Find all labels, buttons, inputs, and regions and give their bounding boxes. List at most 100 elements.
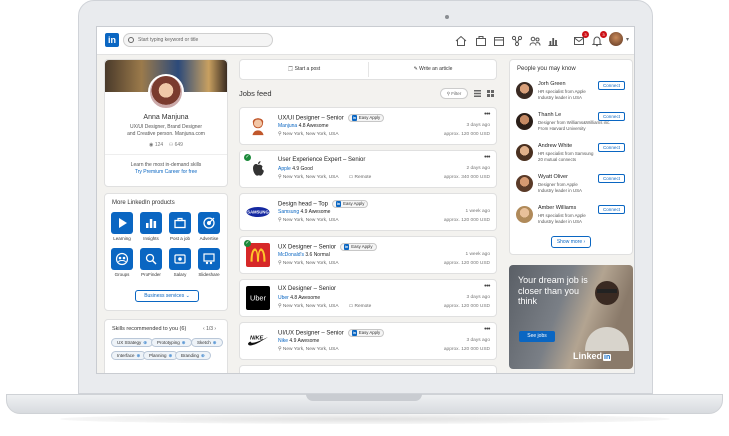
job-card[interactable] xyxy=(239,365,497,373)
connect-button[interactable]: Connect xyxy=(598,81,625,90)
person-name[interactable]: Amber Williams xyxy=(538,205,576,211)
analytics-icon[interactable] xyxy=(547,34,559,46)
avatar[interactable] xyxy=(516,175,533,192)
person-name[interactable]: Jorh Green xyxy=(538,81,566,87)
product-learning[interactable]: Learning xyxy=(110,212,134,241)
skill-chip[interactable]: UX Strategy ⊕ xyxy=(111,338,154,347)
person-name[interactable]: Andrew White xyxy=(538,143,572,149)
more-options-icon[interactable]: ••• xyxy=(484,283,490,290)
list-view-icon[interactable] xyxy=(474,90,481,97)
job-company[interactable]: Uber 4.8 Awesome xyxy=(278,295,320,301)
skill-chip[interactable]: Planning ⊕ xyxy=(143,351,179,360)
home-icon[interactable] xyxy=(455,34,467,46)
job-card[interactable]: SAMSUNG Design head – Top in Easy Apply Sa… xyxy=(239,193,497,231)
filter-button[interactable]: ⚲ Filter xyxy=(440,88,468,99)
job-title[interactable]: Design head – Top in Easy Apply xyxy=(278,200,369,208)
product-advertise[interactable]: Advertise xyxy=(197,212,221,241)
groups-nav-icon[interactable] xyxy=(529,34,541,46)
product-salary[interactable]: Salary xyxy=(168,248,192,277)
skill-chip[interactable]: Interface ⊕ xyxy=(111,351,147,360)
ad-linkedin-logo: Linked in xyxy=(573,351,612,361)
product-profinder[interactable]: ProFinder xyxy=(139,248,163,277)
skill-chip[interactable]: Branding ⊕ xyxy=(175,351,211,360)
premium-cta-link[interactable]: Try Premium Career for free xyxy=(105,169,227,176)
product-insights[interactable]: Insights xyxy=(139,212,163,241)
job-card[interactable]: ✓ UX Designer – Senior in Easy Apply McDon… xyxy=(239,236,497,274)
business-services-button[interactable]: Business services ⌄ xyxy=(135,290,199,302)
product-groups[interactable]: Groups xyxy=(110,248,134,277)
connect-button[interactable]: Connect xyxy=(598,174,625,183)
more-options-icon[interactable]: ••• xyxy=(484,154,490,161)
profile-views[interactable]: 124 xyxy=(155,142,163,148)
job-card[interactable]: NIKE UI/UX Designer – Senior in Easy Apply… xyxy=(239,322,497,360)
job-posted: 3 days ago xyxy=(466,123,490,128)
linkedin-screen: in Start typing keyword or title 3 3 ▾ A… xyxy=(96,26,635,374)
avatar[interactable] xyxy=(516,113,533,130)
skill-chip[interactable]: Prototyping ⊕ xyxy=(151,338,192,347)
person-info: Designer from Williams&Williams inc. From… xyxy=(538,120,610,131)
see-jobs-button[interactable]: See jobs xyxy=(519,331,555,342)
chevron-right-icon: › xyxy=(583,239,586,245)
job-card[interactable]: Uber UX Designer – Senior Uber 4.8 Aweso… xyxy=(239,279,497,317)
job-company[interactable]: McDonald's 3.6 Normal xyxy=(278,252,330,258)
person-item[interactable]: Andrew White HR specialist from Samsung 2… xyxy=(516,142,630,168)
job-company[interactable]: Manjuna 4.8 Awesome xyxy=(278,123,329,129)
job-location: ⚲ New York, New York, USA xyxy=(278,347,339,352)
person-name[interactable]: Wyatt Oliver xyxy=(538,174,568,180)
connect-button[interactable]: Connect xyxy=(598,205,625,214)
job-company[interactable]: Nike 4.9 Awesome xyxy=(278,338,319,344)
job-title[interactable]: User Experience Expert – Senior xyxy=(278,157,365,163)
skill-label: Planning xyxy=(149,353,167,358)
profile-connections[interactable]: 649 xyxy=(175,142,183,148)
job-company[interactable]: Samsung 4.9 Awesome xyxy=(278,209,330,215)
job-title-text: UX Designer – Senior xyxy=(278,286,337,292)
avatar[interactable] xyxy=(516,144,533,161)
calendar-icon[interactable] xyxy=(493,34,505,46)
add-icon: ⊕ xyxy=(212,340,217,345)
job-title[interactable]: UX Designer – Senior xyxy=(278,286,336,292)
product-post-job[interactable]: Post a job xyxy=(168,212,192,241)
job-title-text: User Experience Expert – Senior xyxy=(278,157,366,163)
person-item[interactable]: Thanh Le Designer from Williams&Williams… xyxy=(516,111,630,137)
chevron-down-icon[interactable]: ▾ xyxy=(626,36,629,43)
job-title[interactable]: UX Designer – Senior in Easy Apply xyxy=(278,243,377,251)
show-more-button[interactable]: Show more › xyxy=(551,236,591,248)
more-options-icon[interactable]: ••• xyxy=(484,326,490,333)
avatar[interactable] xyxy=(516,82,533,99)
easy-apply-label: Easy Apply xyxy=(351,244,373,249)
product-slideshare[interactable]: Slideshare xyxy=(197,248,221,277)
grid-view-icon[interactable] xyxy=(487,90,494,97)
job-ad-banner[interactable]: Your dream job is closer than you think … xyxy=(509,265,633,369)
network-icon[interactable] xyxy=(511,34,523,47)
person-item[interactable]: Amber Williams HR specialist from Apple I… xyxy=(516,204,630,230)
messages-icon[interactable]: 3 xyxy=(573,31,589,46)
connect-button[interactable]: Connect xyxy=(598,112,625,121)
write-article-button[interactable]: ✎ Write an article xyxy=(369,60,497,79)
chevron-left-icon[interactable]: ‹ xyxy=(203,326,205,332)
jobs-icon[interactable] xyxy=(475,34,487,46)
job-title[interactable]: UX/UI Designer – Senior in Easy Apply xyxy=(278,114,385,122)
search-input[interactable]: Start typing keyword or title xyxy=(123,33,273,47)
job-card[interactable]: ✓ User Experience Expert – Senior Apple … xyxy=(239,150,497,188)
profile-avatar[interactable] xyxy=(148,74,184,110)
user-avatar[interactable] xyxy=(609,32,623,46)
skill-chip[interactable]: Sketch ⊕ xyxy=(191,338,223,347)
job-card[interactable]: UX/UI Designer – Senior in Easy Apply Manj… xyxy=(239,107,497,145)
job-title[interactable]: UI/UX Designer – Senior in Easy Apply xyxy=(278,329,385,337)
person-item[interactable]: Jorh Green HR specialist from Apple Indus… xyxy=(516,80,630,106)
person-name[interactable]: Thanh Le xyxy=(538,112,561,118)
start-post-button[interactable]: 🗔 Start a post xyxy=(240,60,368,79)
person-item[interactable]: Wyatt Oliver Designer from Apple Industry… xyxy=(516,173,630,199)
skills-page-count: 1/3 xyxy=(206,326,214,332)
notifications-bell-icon[interactable]: 3 xyxy=(591,31,607,47)
job-title-text: UI/UX Designer – Senior xyxy=(278,330,344,337)
chevron-right-icon[interactable]: › xyxy=(214,326,216,332)
more-options-icon[interactable]: ••• xyxy=(484,111,490,118)
skills-card: Skills recommended to you (6) ‹ 1/3 › UX… xyxy=(104,319,228,373)
job-company[interactable]: Apple 4.9 Good xyxy=(278,166,313,172)
linkedin-logo-icon[interactable]: in xyxy=(105,33,119,47)
avatar[interactable] xyxy=(516,206,533,223)
profile-name[interactable]: Anna Manjuna xyxy=(105,114,227,121)
connect-button[interactable]: Connect xyxy=(598,143,625,152)
easy-apply-label: Easy Apply xyxy=(358,115,381,120)
